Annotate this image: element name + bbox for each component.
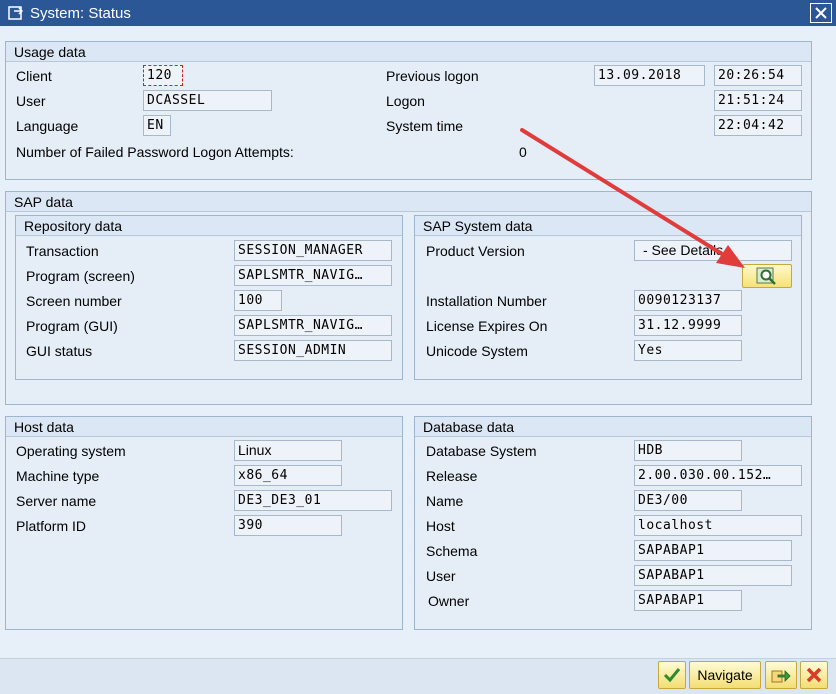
product-details-button[interactable] bbox=[742, 264, 792, 288]
database-system-field[interactable]: HDB bbox=[634, 440, 742, 461]
user-field[interactable]: DCASSEL bbox=[143, 90, 272, 111]
server-name-label: Server name bbox=[16, 493, 97, 509]
operating-system-label: Operating system bbox=[16, 443, 126, 459]
product-version-field[interactable]: - See Details - bbox=[634, 240, 792, 261]
confirm-button[interactable] bbox=[658, 661, 686, 689]
gui-status-field[interactable]: SESSION_ADMIN bbox=[234, 340, 392, 361]
database-data-heading: Database data bbox=[415, 417, 811, 437]
server-name-field[interactable]: DE3_DE3_01 bbox=[234, 490, 392, 511]
transaction-field[interactable]: SESSION_MANAGER bbox=[234, 240, 392, 261]
unicode-system-field[interactable]: Yes bbox=[634, 340, 742, 361]
program-screen-label: Program (screen) bbox=[26, 268, 135, 284]
transaction-label: Transaction bbox=[26, 243, 99, 259]
system-time-label: System time bbox=[386, 118, 464, 134]
operating-system-field[interactable]: Linux bbox=[234, 440, 342, 461]
failed-attempts-label: Number of Failed Password Logon Attempts… bbox=[16, 144, 294, 160]
program-gui-label: Program (GUI) bbox=[26, 318, 118, 334]
client-label: Client bbox=[16, 68, 52, 84]
sap-system-data-heading: SAP System data bbox=[415, 216, 801, 236]
product-version-label: Product Version bbox=[426, 243, 525, 259]
owner-field[interactable]: SAPABAP1 bbox=[634, 590, 742, 611]
system-time-field[interactable]: 22:04:42 bbox=[714, 115, 802, 136]
gui-status-label: GUI status bbox=[26, 343, 93, 359]
db-host-label: Host bbox=[426, 518, 455, 534]
schema-label: Schema bbox=[426, 543, 478, 559]
screen-number-field[interactable]: 100 bbox=[234, 290, 282, 311]
schema-field[interactable]: SAPABAP1 bbox=[634, 540, 792, 561]
platform-id-label: Platform ID bbox=[16, 518, 87, 534]
details-magnifier-icon bbox=[756, 267, 776, 285]
dialog-content: Usage data Client 120 User DCASSEL Langu… bbox=[0, 26, 836, 658]
machine-type-label: Machine type bbox=[16, 468, 100, 484]
license-expires-field[interactable]: 31.12.9999 bbox=[634, 315, 742, 336]
checkmark-icon bbox=[663, 668, 681, 683]
installation-number-field[interactable]: 0090123137 bbox=[634, 290, 742, 311]
logon-time-field[interactable]: 21:51:24 bbox=[714, 90, 802, 111]
logon-label: Logon bbox=[386, 93, 425, 109]
owner-label: Owner bbox=[428, 593, 470, 609]
usage-data-heading: Usage data bbox=[6, 42, 811, 62]
db-user-field[interactable]: SAPABAP1 bbox=[634, 565, 792, 586]
license-expires-label: License Expires On bbox=[426, 318, 548, 334]
previous-logon-label: Previous logon bbox=[386, 68, 479, 84]
db-name-label: Name bbox=[426, 493, 464, 509]
program-screen-field[interactable]: SAPLSMTR_NAVIG… bbox=[234, 265, 392, 286]
copy-arrow-icon bbox=[771, 670, 791, 683]
cancel-button[interactable] bbox=[800, 661, 828, 689]
close-icon bbox=[815, 7, 827, 19]
db-host-field[interactable]: localhost bbox=[634, 515, 802, 536]
cancel-x-icon bbox=[806, 667, 822, 683]
language-label: Language bbox=[16, 118, 79, 134]
host-data-heading: Host data bbox=[6, 417, 402, 437]
db-name-field[interactable]: DE3/00 bbox=[634, 490, 742, 511]
installation-number-label: Installation Number bbox=[426, 293, 547, 309]
close-button[interactable] bbox=[810, 3, 832, 23]
bottom-toolbar: Navigate bbox=[0, 658, 836, 694]
machine-type-field[interactable]: x86_64 bbox=[234, 465, 342, 486]
program-gui-field[interactable]: SAPLSMTR_NAVIG… bbox=[234, 315, 392, 336]
copy-button[interactable] bbox=[765, 661, 797, 689]
window-title: System: Status bbox=[30, 4, 131, 22]
release-label: Release bbox=[426, 468, 478, 484]
previous-logon-date-field[interactable]: 13.09.2018 bbox=[594, 65, 705, 86]
navigate-button[interactable]: Navigate bbox=[689, 661, 761, 689]
unicode-system-label: Unicode System bbox=[426, 343, 528, 359]
release-field[interactable]: 2.00.030.00.152… bbox=[634, 465, 802, 486]
previous-logon-time-field[interactable]: 20:26:54 bbox=[714, 65, 802, 86]
screen-number-label: Screen number bbox=[26, 293, 122, 309]
repository-data-heading: Repository data bbox=[16, 216, 402, 236]
language-field[interactable]: EN bbox=[143, 115, 171, 136]
failed-attempts-value: 0 bbox=[519, 144, 527, 160]
window-icon bbox=[8, 6, 24, 20]
database-system-label: Database System bbox=[426, 443, 537, 459]
client-field[interactable]: 120 bbox=[143, 65, 183, 86]
sap-data-heading: SAP data bbox=[6, 192, 811, 212]
db-user-label: User bbox=[426, 568, 456, 584]
user-label: User bbox=[16, 93, 46, 109]
platform-id-field[interactable]: 390 bbox=[234, 515, 342, 536]
title-bar: System: Status bbox=[0, 0, 836, 26]
